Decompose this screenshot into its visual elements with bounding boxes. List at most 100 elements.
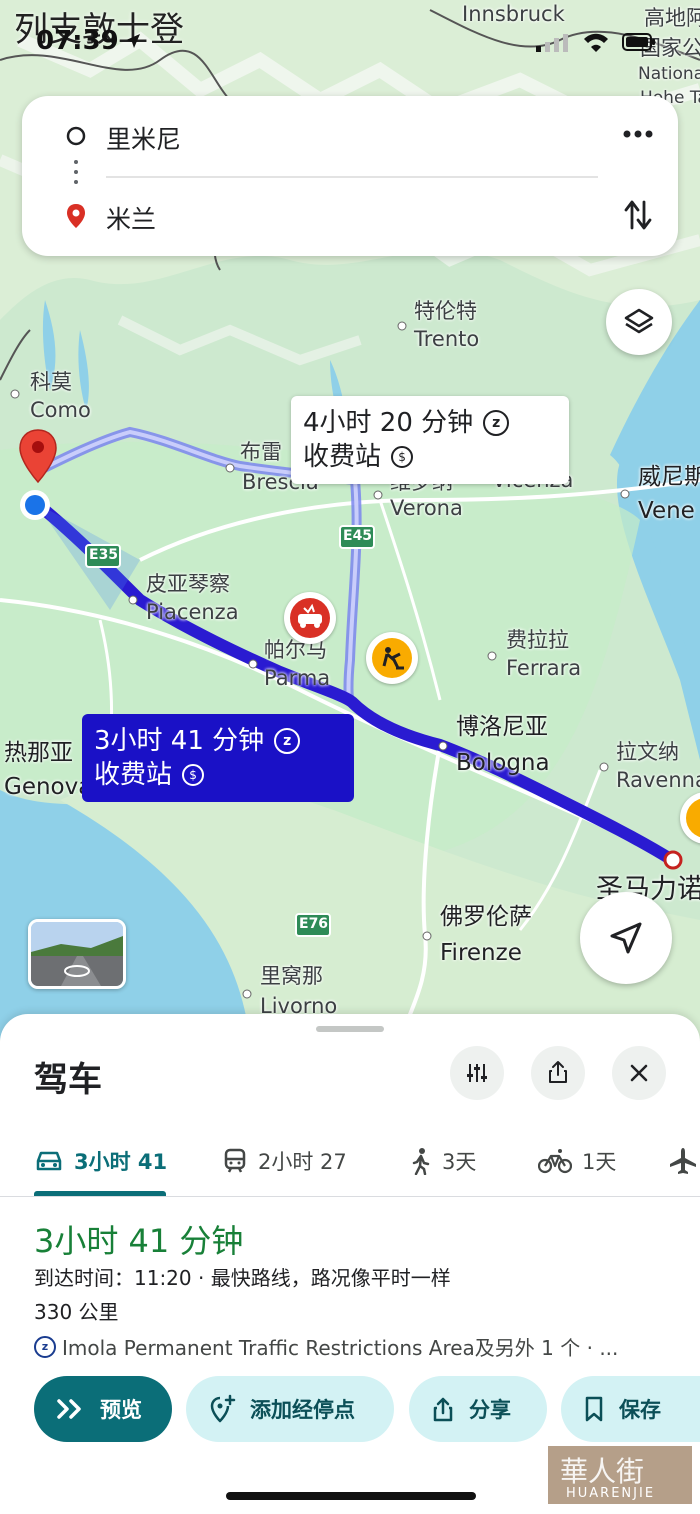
tab-walking-label: 3天	[442, 1150, 477, 1174]
tune-icon	[467, 1064, 487, 1082]
restriction-text: Imola Permanent Traffic Restrictions Are…	[62, 1336, 619, 1360]
more-vert-icon[interactable]	[622, 128, 654, 140]
road-shield-e76: E76	[299, 916, 329, 932]
preview-button[interactable]: 预览	[34, 1376, 172, 1442]
action-buttons: 预览 添加经停点 分享 保存	[0, 1376, 700, 1442]
restriction-info[interactable]: z Imola Permanent Traffic Restrictions A…	[34, 1332, 618, 1361]
current-location-dot-icon	[20, 490, 50, 520]
route-input-card: 里米尼 米兰	[22, 96, 678, 256]
save-button[interactable]: 保存	[561, 1376, 700, 1442]
map-label-verona: Verona	[390, 496, 463, 520]
origin-field[interactable]: 里米尼	[106, 120, 181, 156]
sheet-drag-handle[interactable]	[316, 1026, 384, 1032]
layers-icon	[624, 308, 654, 334]
map-label-venice-cn: 威尼斯	[638, 464, 700, 490]
restriction-zone-icon: z	[483, 410, 510, 436]
alternate-route-toll: 收费站	[303, 442, 382, 472]
map-label-piacenza-cn: 皮亚琴察	[146, 572, 230, 596]
map-label-ferrara: Ferrara	[506, 656, 582, 680]
road-shield-e35: E35	[89, 547, 119, 563]
road-shield-e45: E45	[343, 528, 373, 544]
map-label-genova: Genova	[4, 774, 93, 800]
my-location-button[interactable]	[580, 892, 672, 984]
tab-transit[interactable]: 2小时 27	[222, 1132, 347, 1190]
tab-flights[interactable]	[668, 1132, 698, 1190]
status-bar: 07:39	[0, 26, 700, 66]
double-chevron-right-icon	[57, 1399, 81, 1419]
origin-row[interactable]: 里米尼	[22, 106, 678, 166]
swap-vert-icon[interactable]	[624, 198, 652, 232]
tab-walking[interactable]: 3天	[410, 1132, 476, 1190]
share-icon	[433, 1397, 453, 1422]
destination-row[interactable]: 米兰	[22, 186, 678, 246]
map-label-national: National	[638, 64, 700, 84]
tabs-divider	[0, 1196, 700, 1197]
map-label-brescia-cn: 布雷	[240, 440, 282, 464]
map-label-firenze-cn: 佛罗伦萨	[440, 904, 532, 930]
save-label: 保存	[619, 1398, 661, 1422]
map-label-trento-cn: 特伦特	[414, 299, 477, 323]
main-route-callout[interactable]: 3小时 41 分钟 z 收费站 $	[82, 714, 354, 802]
share-route-button[interactable]	[531, 1046, 585, 1100]
signal-icon	[536, 34, 568, 52]
map-label-ferrara-cn: 费拉拉	[506, 628, 569, 652]
alternate-route-duration: 4小时 20 分钟	[303, 408, 474, 438]
map-label-bologna-cn: 博洛尼亚	[456, 714, 548, 740]
navigation-arrow-icon	[610, 922, 642, 954]
crash-incident-icon[interactable]	[284, 592, 336, 644]
bike-icon	[538, 1149, 572, 1174]
share-label: 分享	[469, 1398, 511, 1422]
destination-field[interactable]: 米兰	[106, 200, 156, 236]
status-time: 07:39	[36, 26, 119, 56]
map-label-genova-cn: 热那亚	[4, 740, 73, 766]
map-layers-button[interactable]	[606, 289, 672, 355]
road-work-icon[interactable]	[366, 632, 418, 684]
toll-icon: $	[182, 764, 205, 786]
route-options-button[interactable]	[450, 1046, 504, 1100]
bookmark-icon	[585, 1396, 603, 1422]
main-route-duration: 3小时 41 分钟	[94, 726, 265, 756]
preview-label: 预览	[100, 1398, 142, 1422]
wifi-icon	[584, 33, 608, 52]
destination-pin-icon[interactable]	[18, 428, 58, 484]
map-label-piacenza: Piacenza	[146, 600, 239, 624]
share-button[interactable]: 分享	[409, 1376, 547, 1442]
watermark-logo: 華人街 HUARENJIE	[548, 1446, 692, 1504]
tab-transit-label: 2小时 27	[258, 1150, 347, 1174]
sheet-title: 驾车	[34, 1060, 102, 1100]
map-label-ravenna-cn: 拉文纳	[616, 740, 679, 764]
toll-icon: $	[391, 446, 414, 468]
destination-pin-small-icon	[67, 204, 85, 228]
map-label-parma-cn: 帕尔马	[264, 638, 327, 662]
directions-sheet: 驾车 3小时 41 2小时 27 3天 1天 3小时 41 分钟 到达时间：11…	[0, 1014, 700, 1514]
train-icon	[224, 1148, 246, 1173]
map-label-innsbruck: Innsbruck	[462, 2, 565, 26]
walk-icon	[412, 1148, 430, 1175]
battery-icon	[622, 33, 655, 51]
map-label-como-cn: 科莫	[30, 370, 72, 394]
add-stop-button[interactable]: 添加经停点	[186, 1376, 394, 1442]
alternate-route-callout[interactable]: 4小时 20 分钟 z 收费站 $	[291, 396, 569, 484]
watermark-text: HUARENJIE	[566, 1486, 656, 1501]
tab-cycling[interactable]: 1天	[538, 1132, 616, 1190]
arrival-info: 到达时间：11:20 · 最快路线，路况像平时一样	[34, 1266, 451, 1290]
map-label-venice: Vene	[638, 498, 695, 524]
close-icon	[630, 1064, 648, 1082]
tab-driving-label: 3小时 41	[74, 1150, 168, 1174]
car-icon	[36, 1151, 62, 1171]
share-icon	[549, 1061, 567, 1083]
rotate-360-icon	[64, 965, 90, 977]
location-arrow-icon	[126, 34, 140, 48]
map-label-como: Como	[30, 398, 91, 422]
map-label-trento: Trento	[414, 327, 480, 351]
map-label-parma: Parma	[264, 666, 331, 690]
input-divider	[106, 176, 598, 178]
restriction-zone-icon: z	[274, 728, 301, 754]
street-view-thumbnail[interactable]	[28, 919, 126, 989]
route-distance: 330 公里	[34, 1300, 119, 1324]
add-location-icon	[210, 1394, 236, 1423]
restriction-zone-icon: z	[34, 1335, 56, 1358]
home-indicator[interactable]	[226, 1492, 476, 1500]
close-button[interactable]	[612, 1046, 666, 1100]
tab-driving[interactable]: 3小时 41	[34, 1132, 167, 1190]
